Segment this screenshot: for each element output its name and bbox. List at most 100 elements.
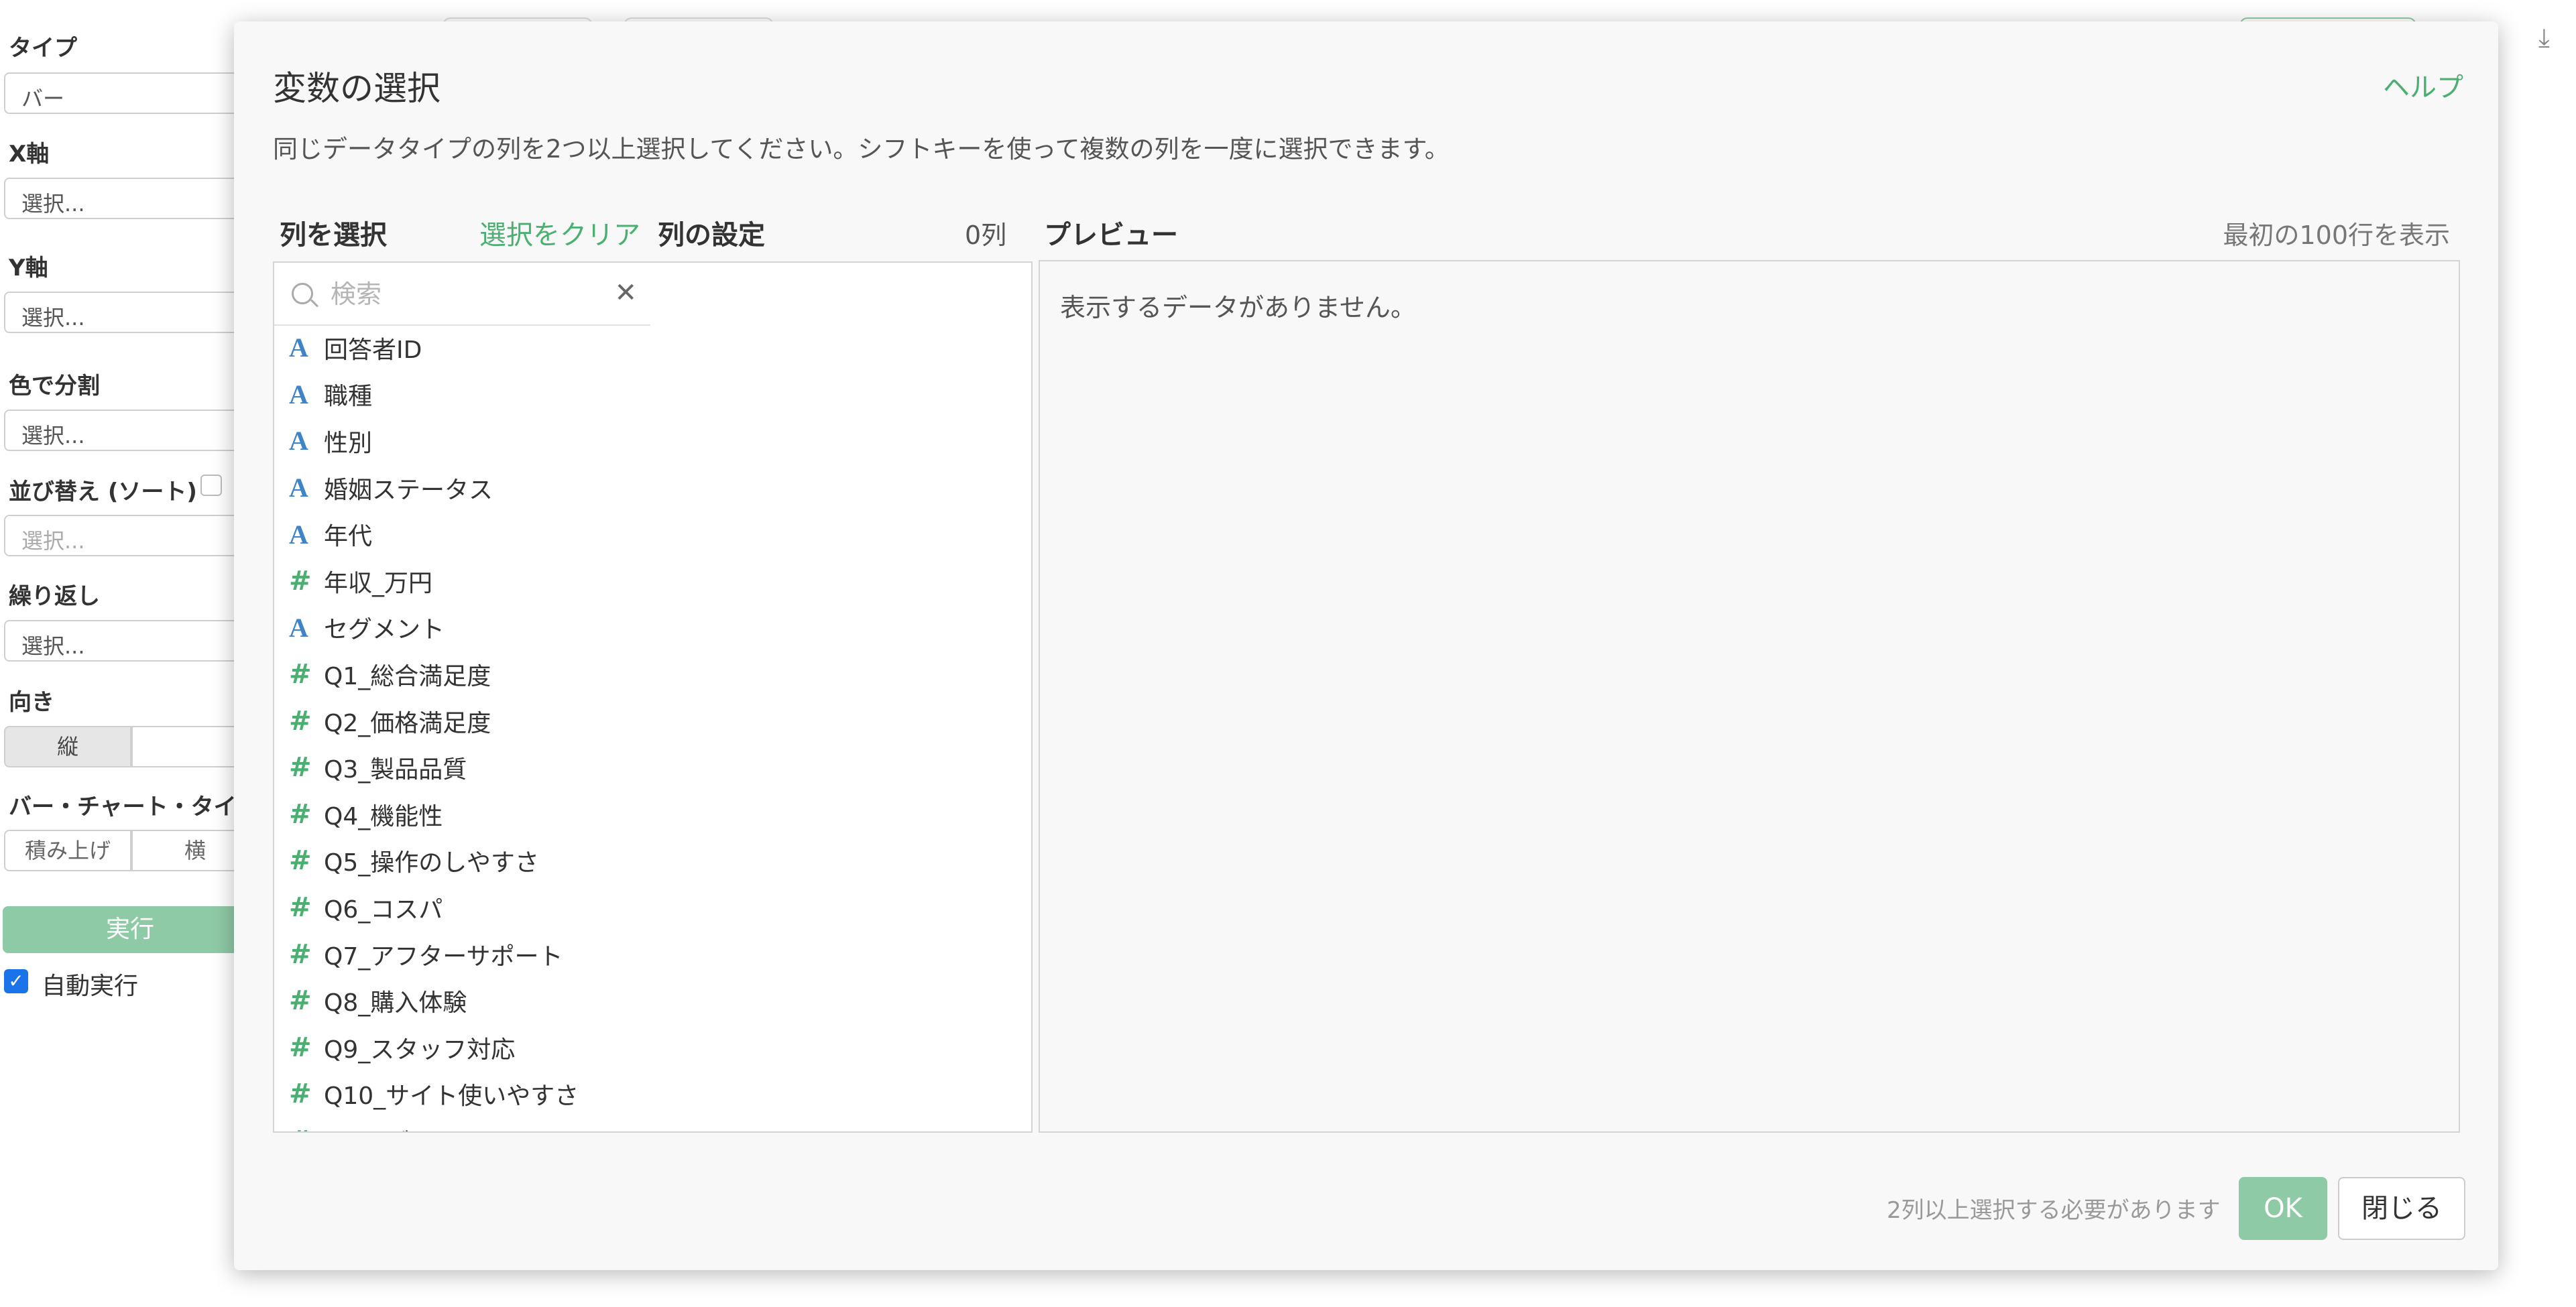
column-name: Q9_スタッフ対応 [324,1036,516,1064]
x-axis-label: X軸 [9,141,50,168]
string-type-icon: A [289,519,308,550]
color-split-label: 色で分割 [9,373,100,399]
type-select[interactable]: バー [4,72,259,114]
string-type-icon: A [289,612,308,643]
column-name: Q8_購入体験 [324,989,467,1017]
column-settings-header: 列の設定 [658,220,765,251]
repeat-label: 繰り返し [9,583,100,610]
bar-chart-type-label: バー・チャート・タイ [9,794,237,820]
ok-button[interactable]: OK [2239,1177,2327,1240]
column-name: 性別 [324,429,373,457]
list-item[interactable]: # Q5_操作のしやすさ [274,838,650,885]
x-axis-select[interactable]: 選択... [4,178,259,219]
y-axis-label: Y軸 [9,255,48,282]
string-type-icon: A [289,426,308,456]
column-name: 回答者ID [324,336,422,364]
list-item[interactable]: # Q1_総合満足度 [274,651,650,698]
validation-note: 2列以上選択する必要があります [1887,1197,2221,1224]
list-item[interactable]: A 性別 [274,418,650,464]
list-item[interactable]: A 年代 [274,511,650,558]
column-name: 婚姻ステータス [324,476,493,504]
sort-label: 並び替え (ソート) [9,479,197,505]
list-item[interactable]: A セグメント [274,605,650,651]
number-type-icon: # [289,752,312,784]
column-name: Q4_機能性 [324,802,443,830]
list-item[interactable]: A 回答者ID [274,324,650,371]
list-item[interactable]: A 職種 [274,371,650,418]
string-type-icon: A [289,473,308,503]
orientation-toggle: 縦 [4,726,259,767]
column-items: A 回答者ID A 職種 A 性別 A 婚姻ステータス A 年代 # 年収_万円 A セグメント # Q1_総… [274,324,650,1131]
preview-panel: 表示するデータがありません。 [1039,260,2460,1133]
column-name: 職種 [324,383,373,411]
close-button[interactable]: 閉じる [2338,1177,2465,1240]
bar-chart-type-toggle: 積み上げ 横 [4,830,259,871]
list-item[interactable]: #Q11_ブランドイメージ [274,1117,650,1131]
list-item[interactable]: # Q10_サイト使いやすさ [274,1071,650,1118]
search-icon [292,283,313,304]
number-type-icon: # [289,985,312,1017]
list-item[interactable]: # Q2_価格満足度 [274,698,650,745]
column-name: Q11_ブランドイメージ [324,1123,578,1131]
select-columns-header: 列を選択 [280,220,387,251]
column-name: Q6_コスパ [324,895,443,924]
column-name: Q10_サイト使いやすさ [324,1082,579,1111]
color-split-select[interactable]: 選択... [4,410,259,451]
column-settings-panel [650,261,1033,1133]
selected-count: 0列 [965,221,1007,250]
number-type-icon: # [289,1032,312,1063]
settings-panel: タイプ バー X軸 選択... Y軸 選択... 色で分割 選択... 並び替え… [0,0,259,1307]
orientation-label: 向き [9,689,54,716]
string-type-icon: A [289,332,308,363]
preview-row-note: 最初の100行を表示 [2223,221,2450,250]
number-type-icon: # [289,658,312,690]
column-name: 年収_万円 [324,569,433,597]
number-type-icon: # [289,565,312,597]
bar-type-stacked[interactable]: 積み上げ [4,830,131,871]
orientation-vertical[interactable]: 縦 [4,726,131,767]
list-item[interactable]: # 年収_万円 [274,558,650,605]
y-axis-select[interactable]: 選択... [4,292,259,333]
number-type-icon: # [289,938,312,970]
list-item[interactable]: # Q9_スタッフ対応 [274,1024,650,1071]
list-item[interactable]: # Q7_アフターサポート [274,931,650,978]
dialog-description: 同じデータタイプの列を2つ以上選択してください。シフトキーを使って複数の列を一度… [273,135,1450,164]
sort-select[interactable]: 選択... [4,515,259,556]
type-label: タイプ [9,35,77,62]
number-type-icon: # [289,798,312,830]
column-name: 年代 [324,523,373,551]
string-type-icon: A [289,379,308,410]
dialog-title: 変数の選択 [273,69,441,108]
column-name: Q3_製品品質 [324,756,467,784]
number-type-icon: # [289,1078,312,1110]
column-name: Q7_アフターサポート [324,942,563,971]
close-icon[interactable]: ✕ [614,277,637,308]
empty-message: 表示するデータがありません。 [1060,293,1416,322]
search-input[interactable] [329,276,587,312]
list-item[interactable]: A 婚姻ステータス [274,464,650,511]
list-item[interactable]: # Q8_購入体験 [274,977,650,1024]
column-name: セグメント [324,616,445,644]
column-name: Q1_総合満足度 [324,662,491,690]
search-bar: ✕ [274,263,650,326]
download-icon[interactable]: ⤓ [2538,23,2550,53]
number-type-icon: # [289,845,312,877]
repeat-select[interactable]: 選択... [4,620,259,662]
preview-header: プレビュー [1044,220,1178,251]
help-link[interactable]: ヘルプ [2383,66,2463,105]
list-item[interactable]: # Q3_製品品質 [274,744,650,791]
clear-selection-link[interactable]: 選択をクリア [479,213,640,252]
list-item[interactable]: # Q4_機能性 [274,791,650,838]
sort-checkbox[interactable] [200,475,222,496]
number-type-icon: # [289,891,312,923]
list-item[interactable]: # Q6_コスパ [274,884,650,931]
run-button[interactable]: 実行 [3,906,257,953]
auto-run-checkbox[interactable]: ✓ [4,969,28,993]
auto-run-label: 自動実行 [42,973,139,1000]
column-list: ✕ A回答者IDA職種A性別A婚姻ステータスA年代#年収_万円Aセグメント#Q1… [273,261,652,1133]
select-variables-dialog: 変数の選択 ヘルプ 同じデータタイプの列を2つ以上選択してください。シフトキーを… [234,21,2498,1270]
number-type-icon: # [289,705,312,737]
column-name: Q2_価格満足度 [324,709,491,737]
column-name: Q5_操作のしやすさ [324,849,539,877]
number-type-icon: # [289,1125,324,1131]
